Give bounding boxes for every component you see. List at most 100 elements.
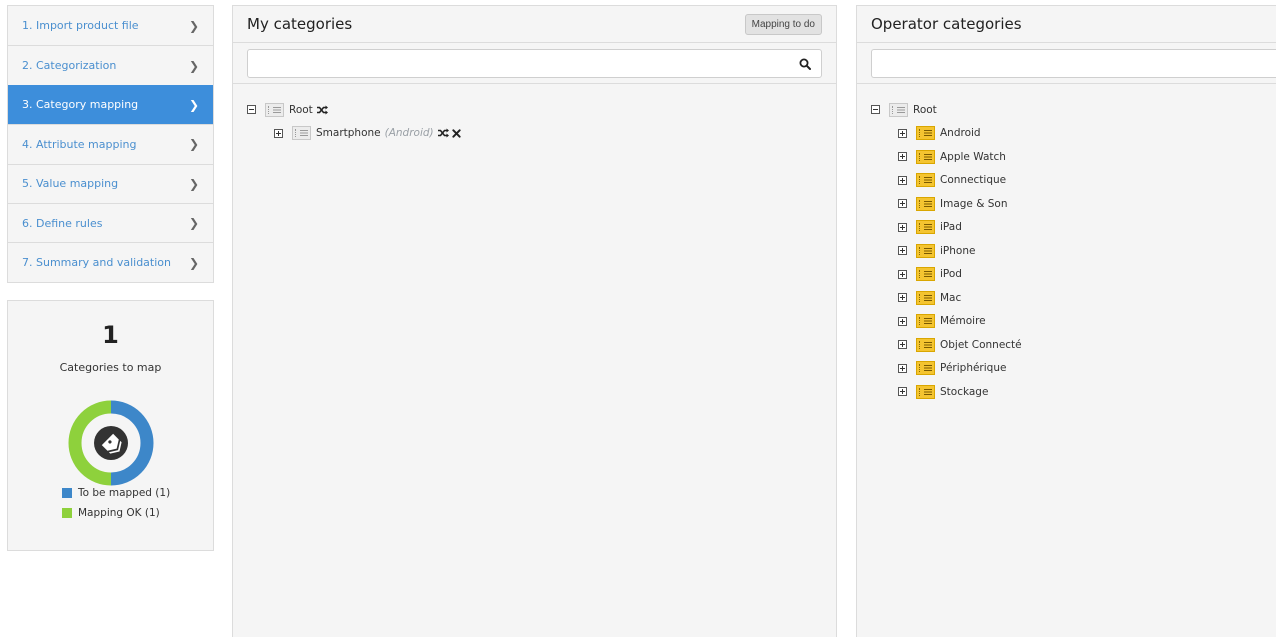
donut-legend: To be mapped (1) Mapping OK (1)	[62, 483, 170, 523]
operator-categories-tree: Root Android Apple Watch Connectique Image …	[857, 84, 1276, 404]
categories-to-map-label: Categories to map	[59, 361, 162, 374]
legend-swatch	[62, 508, 72, 518]
step-label: 3. Category mapping	[22, 98, 139, 112]
legend-label: To be mapped (1)	[78, 487, 171, 499]
panel-header: Operator categories	[857, 6, 1276, 43]
mapping-donut-chart	[68, 400, 154, 486]
expand-toggle-icon[interactable]	[898, 222, 907, 232]
step-import-product-file[interactable]: 1. Import product file ❯	[8, 6, 213, 45]
collapse-toggle-icon[interactable]	[871, 105, 880, 115]
tree-node-operator-category[interactable]: iPad	[871, 216, 1276, 240]
step-categorization[interactable]: 2. Categorization ❯	[8, 45, 213, 84]
tree-node-label: Mac	[940, 291, 962, 304]
tree-node-operator-category[interactable]: iPod	[871, 263, 1276, 287]
collapse-toggle-icon[interactable]	[247, 105, 256, 115]
category-folder-icon	[916, 314, 935, 329]
tree-node-smartphone[interactable]: Smartphone (Android)	[247, 122, 836, 146]
step-category-mapping[interactable]: 3. Category mapping ❯	[8, 84, 213, 125]
search-box	[871, 49, 1276, 78]
expand-toggle-icon[interactable]	[898, 128, 907, 138]
expand-toggle-icon[interactable]	[898, 199, 907, 209]
steps-nav: 1. Import product file ❯ 2. Categorizati…	[7, 5, 214, 283]
tree-node-operator-category[interactable]: Mac	[871, 286, 1276, 310]
panel-header: My categories Mapping to do	[233, 6, 836, 43]
shuffle-icon[interactable]	[437, 128, 449, 138]
step-label: 4. Attribute mapping	[22, 137, 137, 151]
tree-node-label: Périphérique	[940, 362, 1007, 375]
expand-toggle-icon[interactable]	[898, 269, 907, 279]
expand-toggle-icon[interactable]	[898, 246, 907, 256]
expand-toggle-icon[interactable]	[898, 363, 907, 373]
tree-node-label: Root	[913, 103, 937, 116]
category-folder-icon	[916, 126, 935, 141]
shuffle-icon[interactable]	[316, 105, 328, 115]
tree-node-label: Connectique	[940, 174, 1007, 187]
tree-node-label: Android	[940, 127, 981, 140]
chevron-right-icon: ❯	[188, 216, 199, 231]
tree-node-operator-category[interactable]: Stockage	[871, 380, 1276, 404]
expand-toggle-icon[interactable]	[898, 175, 907, 185]
operator-categories-panel: Operator categories Root Android Apple Wa…	[856, 5, 1276, 637]
my-categories-tree: Root Smartphone (Android)	[233, 84, 836, 145]
tree-node-operator-category[interactable]: Android	[871, 122, 1276, 146]
my-categories-search-input[interactable]	[248, 50, 799, 77]
category-folder-icon	[889, 102, 908, 117]
search-icon[interactable]	[799, 58, 811, 70]
step-label: 5. Value mapping	[22, 177, 119, 191]
expand-toggle-icon[interactable]	[898, 316, 907, 326]
category-folder-icon	[916, 384, 935, 399]
tree-node-label: Mémoire	[940, 315, 986, 328]
category-folder-icon	[265, 102, 284, 117]
category-folder-icon	[916, 196, 935, 211]
tree-node-operator-category[interactable]: Objet Connecté	[871, 333, 1276, 357]
tree-node-operator-category[interactable]: Périphérique	[871, 357, 1276, 381]
category-folder-icon	[916, 243, 935, 258]
chevron-right-icon: ❯	[188, 18, 199, 33]
close-icon[interactable]	[452, 129, 461, 138]
step-label: 6. Define rules	[22, 216, 103, 230]
step-value-mapping[interactable]: 5. Value mapping ❯	[8, 163, 213, 203]
tree-node-label: Stockage	[940, 385, 989, 398]
expand-toggle-icon[interactable]	[898, 293, 907, 303]
search-row	[233, 43, 836, 84]
tree-node-root[interactable]: Root	[871, 98, 1276, 122]
expand-toggle-icon[interactable]	[898, 152, 907, 162]
step-define-rules[interactable]: 6. Define rules ❯	[8, 202, 213, 242]
legend-label: Mapping OK (1)	[78, 507, 160, 519]
legend-swatch	[62, 488, 72, 498]
tree-node-label: Smartphone	[316, 127, 381, 140]
expand-toggle-icon[interactable]	[274, 128, 283, 138]
tree-node-operator-category[interactable]: Image & Son	[871, 192, 1276, 216]
tree-node-label: iPhone	[940, 244, 976, 257]
tree-node-label: Image & Son	[940, 197, 1008, 210]
category-folder-icon	[916, 220, 935, 235]
expand-toggle-icon[interactable]	[898, 387, 907, 397]
chevron-right-icon: ❯	[188, 176, 199, 191]
tree-node-label: Objet Connecté	[940, 338, 1022, 351]
tree-node-operator-category[interactable]: Mémoire	[871, 310, 1276, 334]
tree-node-label: Root	[289, 103, 313, 116]
operator-categories-search-input[interactable]	[872, 50, 1276, 77]
chevron-right-icon: ❯	[188, 58, 199, 73]
category-folder-icon	[916, 337, 935, 352]
step-label: 1. Import product file	[22, 19, 139, 33]
mapping-to-do-button[interactable]: Mapping to do	[744, 13, 822, 35]
category-folder-icon	[916, 361, 935, 376]
search-box	[247, 49, 822, 78]
category-folder-icon	[916, 290, 935, 305]
categories-to-map-count: 1	[102, 321, 119, 349]
tree-node-operator-category[interactable]: Connectique	[871, 169, 1276, 193]
chevron-right-icon: ❯	[188, 97, 199, 112]
step-label: 7. Summary and validation	[22, 256, 171, 270]
tree-node-operator-category[interactable]: Apple Watch	[871, 145, 1276, 169]
tree-node-mapped-hint: (Android)	[384, 127, 434, 140]
search-row	[857, 43, 1276, 84]
legend-item-mapping-ok: Mapping OK (1)	[62, 503, 170, 523]
category-folder-icon	[916, 173, 935, 188]
step-attribute-mapping[interactable]: 4. Attribute mapping ❯	[8, 124, 213, 163]
step-summary-and-validation[interactable]: 7. Summary and validation ❯	[8, 242, 213, 281]
tree-node-root[interactable]: Root	[247, 98, 836, 122]
legend-item-to-be-mapped: To be mapped (1)	[62, 483, 170, 503]
expand-toggle-icon[interactable]	[898, 340, 907, 350]
tree-node-operator-category[interactable]: iPhone	[871, 239, 1276, 263]
